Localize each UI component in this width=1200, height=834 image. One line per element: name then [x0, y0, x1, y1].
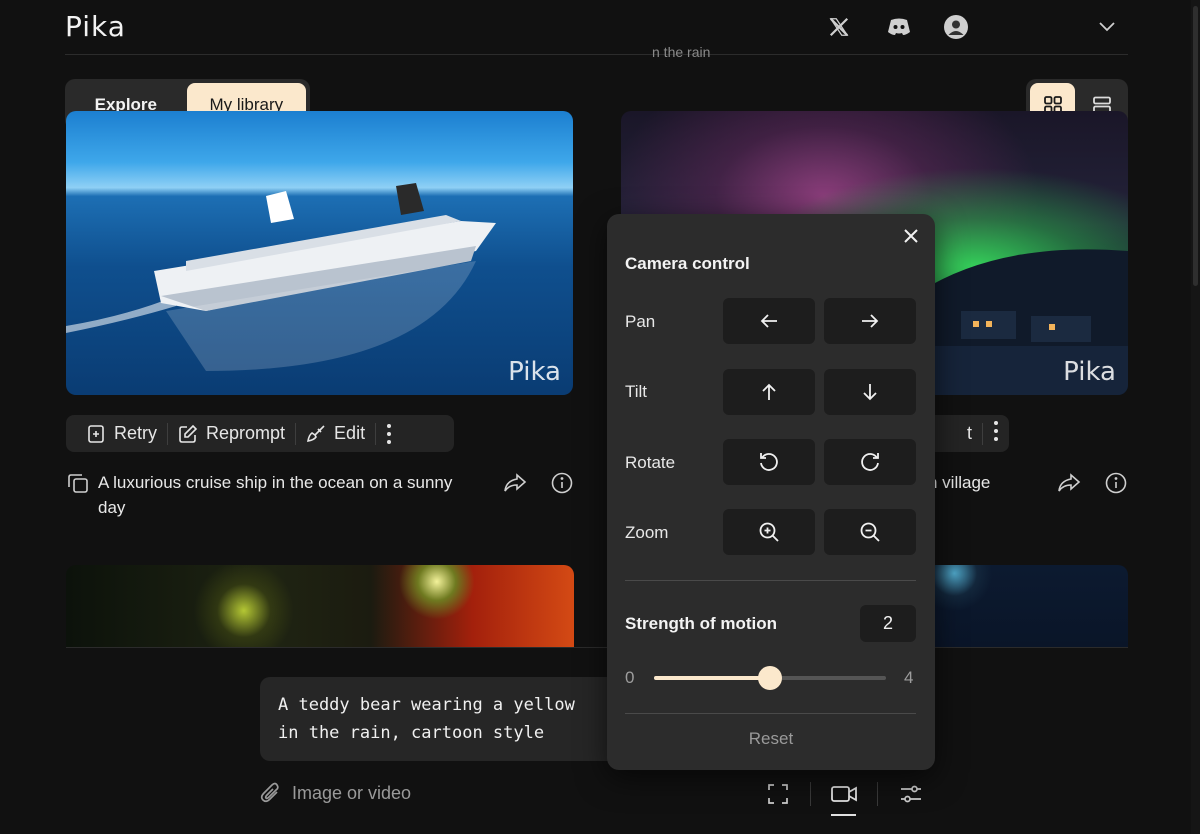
paperclip-icon	[260, 782, 279, 803]
x-twitter-icon[interactable]	[826, 14, 852, 40]
retry-button[interactable]: Retry	[76, 423, 167, 444]
zoom-out-button[interactable]	[824, 509, 916, 555]
share-icon[interactable]	[502, 471, 528, 495]
pika-watermark: Pika	[1063, 357, 1116, 387]
hidden-prompt-text: n the rain	[652, 44, 711, 60]
arrow-right-icon	[862, 314, 879, 328]
brush-icon	[307, 424, 325, 442]
strength-slider[interactable]	[654, 666, 886, 690]
pika-watermark: Pika	[508, 357, 561, 387]
discord-icon[interactable]	[886, 14, 912, 40]
reset-button[interactable]: Reset	[607, 729, 935, 749]
lights-thumbnail[interactable]	[66, 565, 574, 648]
settings-sliders-icon[interactable]	[896, 780, 926, 808]
camera-control-icon[interactable]	[829, 780, 859, 808]
scrollbar-thumb[interactable]	[1193, 6, 1198, 286]
divider	[66, 647, 1128, 648]
rotate-cw-icon	[861, 453, 879, 471]
toolbar-divider	[982, 422, 983, 445]
tilt-down-button[interactable]	[824, 369, 916, 415]
tilt-label: Tilt	[625, 382, 648, 401]
chevron-down-icon[interactable]	[1094, 14, 1120, 40]
card-caption: A luxurious cruise ship in the ocean on …	[98, 473, 453, 517]
slider-min-label: 0	[625, 668, 635, 687]
zoom-in-icon	[759, 522, 779, 542]
card-toolbar-partial: t	[925, 415, 1009, 452]
prompt-input[interactable]: A teddy bear wearing a yellow in the rai…	[260, 677, 620, 761]
pan-label: Pan	[625, 312, 656, 331]
active-indicator	[831, 814, 856, 816]
pan-right-button[interactable]	[824, 298, 916, 344]
arrow-up-icon	[762, 383, 776, 400]
retry-icon	[88, 424, 104, 443]
arrow-left-icon	[760, 314, 777, 328]
edit-square-icon	[179, 424, 198, 443]
slider-max-label: 4	[904, 668, 914, 687]
strength-label: Strength of motion	[625, 614, 778, 633]
more-options-icon[interactable]	[993, 420, 999, 447]
rotate-ccw-button[interactable]	[723, 439, 815, 485]
zoom-label: Zoom	[625, 523, 669, 542]
divider	[810, 782, 811, 806]
copy-icon[interactable]	[66, 471, 90, 495]
rotate-cw-button[interactable]	[824, 439, 916, 485]
divider	[877, 782, 878, 806]
panel-title: Camera control	[625, 254, 750, 273]
night-sky-thumbnail[interactable]	[935, 565, 1128, 648]
share-icon[interactable]	[1056, 471, 1082, 495]
attach-label: Image or video	[292, 782, 412, 803]
more-options-icon[interactable]	[376, 423, 402, 445]
strength-value[interactable]: 2	[860, 605, 916, 642]
edit-label: Edit	[334, 423, 366, 443]
retry-label: Retry	[114, 423, 158, 443]
cruise-ship-thumbnail[interactable]: Pika	[66, 111, 573, 395]
pan-left-button[interactable]	[723, 298, 815, 344]
panel-divider	[625, 713, 916, 714]
camera-control-panel: Camera control Pan Tilt Rotate Zoom Stre…	[607, 214, 935, 770]
panel-divider	[625, 580, 916, 581]
slider-fill	[654, 676, 770, 680]
tilt-up-button[interactable]	[723, 369, 815, 415]
arrow-down-icon	[863, 384, 877, 401]
rotate-label: Rotate	[625, 453, 676, 472]
zoom-in-button[interactable]	[723, 509, 815, 555]
reprompt-button[interactable]: Reprompt	[168, 423, 295, 444]
avatar[interactable]	[943, 14, 969, 40]
zoom-out-icon	[860, 522, 880, 542]
edit-button[interactable]: Edit	[296, 423, 375, 444]
card-caption: n village	[928, 473, 991, 492]
pika-logo[interactable]: Pika	[65, 10, 126, 43]
info-icon[interactable]	[550, 471, 574, 495]
rotate-ccw-icon	[760, 453, 778, 471]
toolbar-action-partial[interactable]: t	[967, 423, 972, 444]
attach-media-button[interactable]: Image or video	[260, 782, 411, 804]
card-toolbar: Retry Reprompt Edit	[66, 415, 454, 452]
info-icon[interactable]	[1104, 471, 1128, 495]
slider-handle[interactable]	[758, 666, 782, 690]
fullscreen-icon[interactable]	[763, 780, 793, 808]
close-icon[interactable]	[899, 224, 923, 248]
header-divider	[65, 54, 1128, 55]
reprompt-label: Reprompt	[206, 423, 286, 443]
